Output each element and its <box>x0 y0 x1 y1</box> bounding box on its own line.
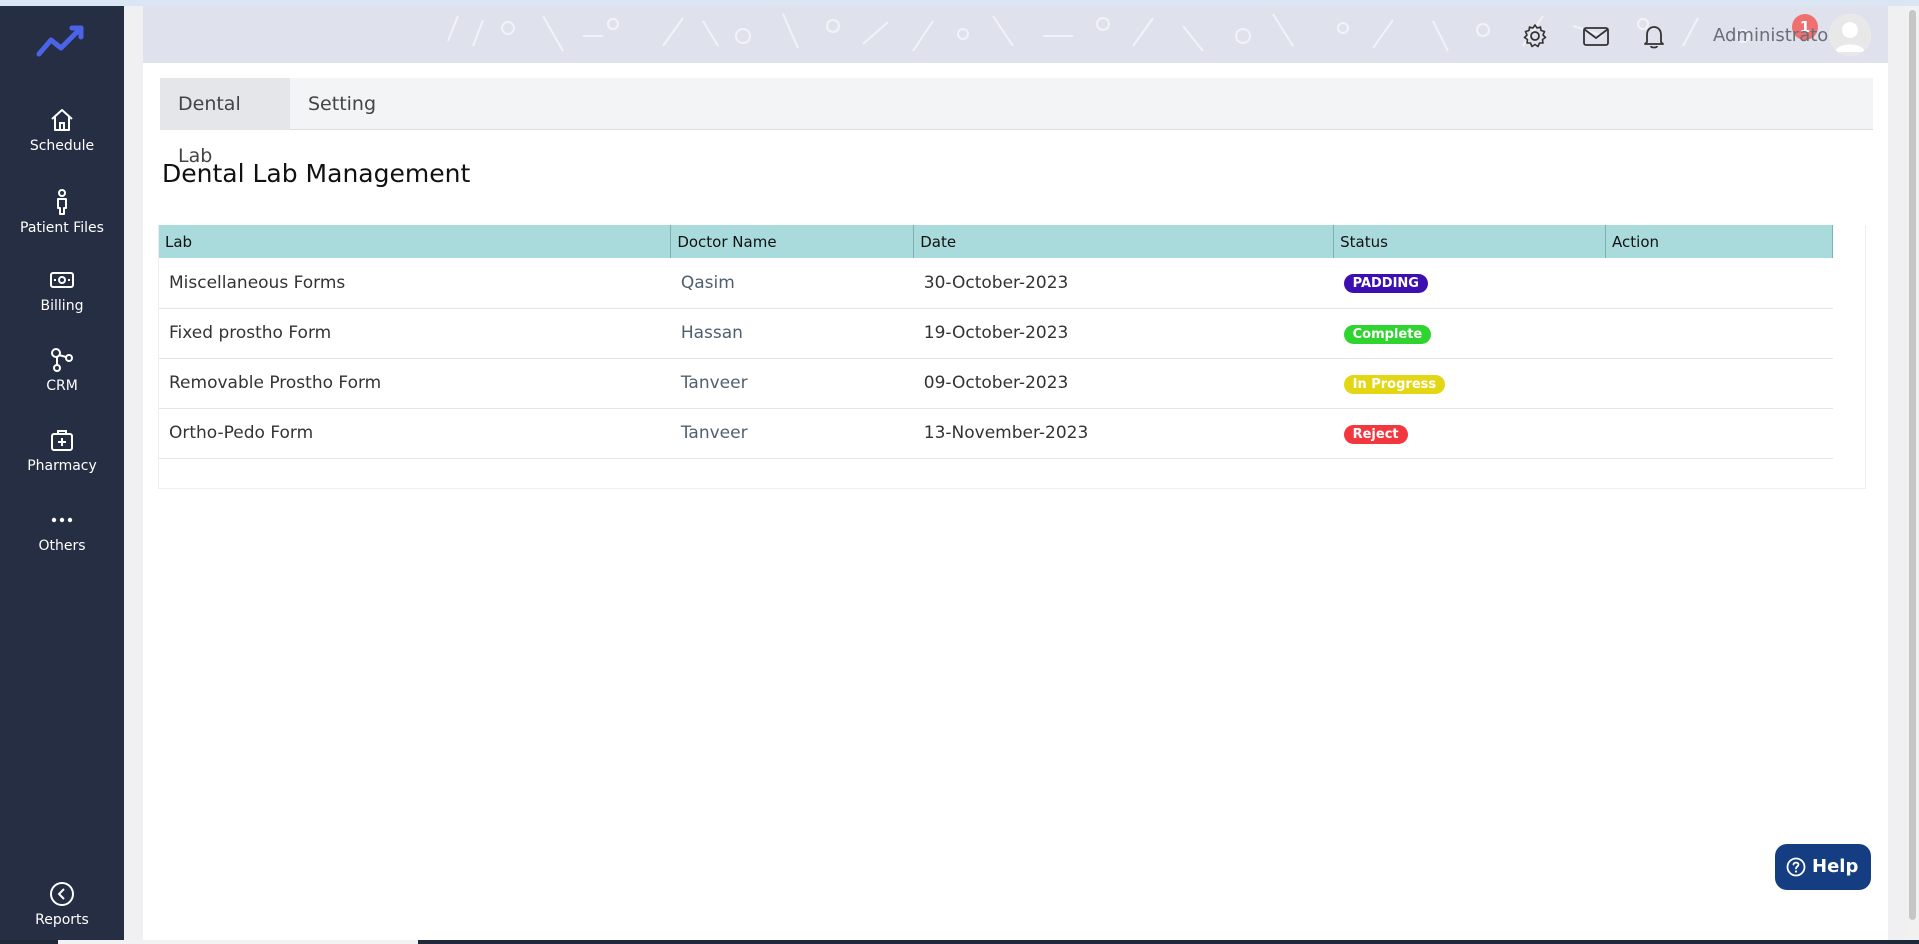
table-header-row: Lab Doctor Name Date Status Action <box>159 225 1833 258</box>
cell-lab: Miscellaneous Forms <box>159 258 671 309</box>
table-row[interactable]: Miscellaneous Forms Qasim 30-October-202… <box>159 258 1833 309</box>
sidebar-item-billing[interactable]: Billing <box>0 266 124 314</box>
back-circle-icon <box>50 882 74 906</box>
sidebar-item-label: Others <box>38 538 86 554</box>
sidebar-item-reports[interactable]: Reports <box>0 880 124 928</box>
status-badge: PADDING <box>1343 274 1428 294</box>
tab-bar: Dental Lab Setting <box>160 78 1873 167</box>
sidebar-item-schedule[interactable]: Schedule <box>0 106 124 154</box>
table-row[interactable]: Ortho-Pedo Form Tanveer 13-November-2023… <box>159 408 1833 459</box>
cell-lab: Removable Prostho Form <box>159 358 671 409</box>
page-title: Dental Lab Management <box>162 159 471 188</box>
user-avatar-icon <box>1829 14 1871 56</box>
cell-status: Complete <box>1333 308 1606 359</box>
sidebar-item-label: Reports <box>35 912 89 928</box>
person-icon <box>57 189 67 215</box>
cell-doctor: Hassan <box>670 308 914 359</box>
bell-icon[interactable] <box>1640 22 1668 50</box>
cell-status: In Progress <box>1333 358 1606 409</box>
cell-action <box>1605 408 1833 459</box>
scrollbar-thumb[interactable] <box>1909 10 1916 920</box>
sidebar: Schedule Patient Files Billing CRM Pharm… <box>0 6 124 940</box>
logo-icon <box>36 25 84 57</box>
sidebar-item-others[interactable]: Others <box>0 506 124 554</box>
cell-date: 19-October-2023 <box>913 308 1334 359</box>
money-icon <box>50 272 74 288</box>
sidebar-item-pharmacy[interactable]: Pharmacy <box>0 426 124 474</box>
mail-icon[interactable] <box>1582 22 1610 50</box>
col-header-doctor-name[interactable]: Doctor Name <box>670 225 915 258</box>
main-content: Dental Lab Setting Dental Lab Management… <box>143 63 1888 940</box>
medkit-icon <box>51 430 73 451</box>
cell-date: 09-October-2023 <box>913 358 1334 409</box>
table-row[interactable]: Removable Prostho Form Tanveer 09-Octobe… <box>159 358 1833 409</box>
help-button[interactable]: Help <box>1775 844 1871 890</box>
cell-status: PADDING <box>1333 258 1606 309</box>
cell-action <box>1605 258 1833 309</box>
col-header-action[interactable]: Action <box>1605 225 1833 258</box>
help-label: Help <box>1812 856 1859 877</box>
top-bar: 1 Administrator <box>143 6 1888 63</box>
cell-date: 30-October-2023 <box>913 258 1334 309</box>
vertical-scrollbar[interactable] <box>1906 6 1919 940</box>
cell-lab: Fixed prostho Form <box>159 308 671 359</box>
network-icon <box>51 348 73 372</box>
cell-action <box>1605 308 1833 359</box>
cell-doctor: Tanveer <box>670 408 914 459</box>
cell-lab: Ortho-Pedo Form <box>159 408 671 459</box>
table-row[interactable]: Fixed prostho Form Hassan 19-October-202… <box>159 308 1833 359</box>
sidebar-item-label: Pharmacy <box>27 458 97 474</box>
sidebar-item-patient-files[interactable]: Patient Files <box>0 188 124 236</box>
tab-setting[interactable]: Setting <box>290 78 394 130</box>
cell-doctor: Qasim <box>670 258 914 309</box>
dots-icon <box>51 517 73 523</box>
celebration-pattern-icon <box>447 13 1750 52</box>
cell-action <box>1605 358 1833 409</box>
user-name[interactable]: Administrator <box>1713 25 1836 46</box>
table-container: Lab Doctor Name Date Status Action Misce… <box>158 225 1866 489</box>
home-icon <box>51 109 73 131</box>
gear-icon[interactable] <box>1521 22 1549 50</box>
status-badge: Complete <box>1343 324 1432 344</box>
sidebar-item-label: Billing <box>40 298 84 314</box>
cell-date: 13-November-2023 <box>913 408 1334 459</box>
question-circle-icon <box>1786 857 1806 877</box>
sidebar-item-label: Schedule <box>29 138 95 154</box>
avatar[interactable] <box>1829 14 1871 56</box>
col-header-status[interactable]: Status <box>1333 225 1607 258</box>
status-badge: Reject <box>1343 424 1408 444</box>
bottom-strip <box>0 940 1919 944</box>
col-header-lab[interactable]: Lab <box>159 225 672 258</box>
col-header-date[interactable]: Date <box>913 225 1335 258</box>
app-logo[interactable] <box>36 22 86 62</box>
cell-doctor: Tanveer <box>670 358 914 409</box>
lab-table: Lab Doctor Name Date Status Action Misce… <box>159 225 1833 459</box>
sidebar-item-label: Patient Files <box>20 220 104 236</box>
cell-status: Reject <box>1333 408 1606 459</box>
sidebar-item-label: CRM <box>46 378 78 394</box>
sidebar-item-crm[interactable]: CRM <box>0 346 124 394</box>
tab-dental-lab[interactable]: Dental Lab <box>160 78 290 167</box>
status-badge: In Progress <box>1343 374 1446 394</box>
